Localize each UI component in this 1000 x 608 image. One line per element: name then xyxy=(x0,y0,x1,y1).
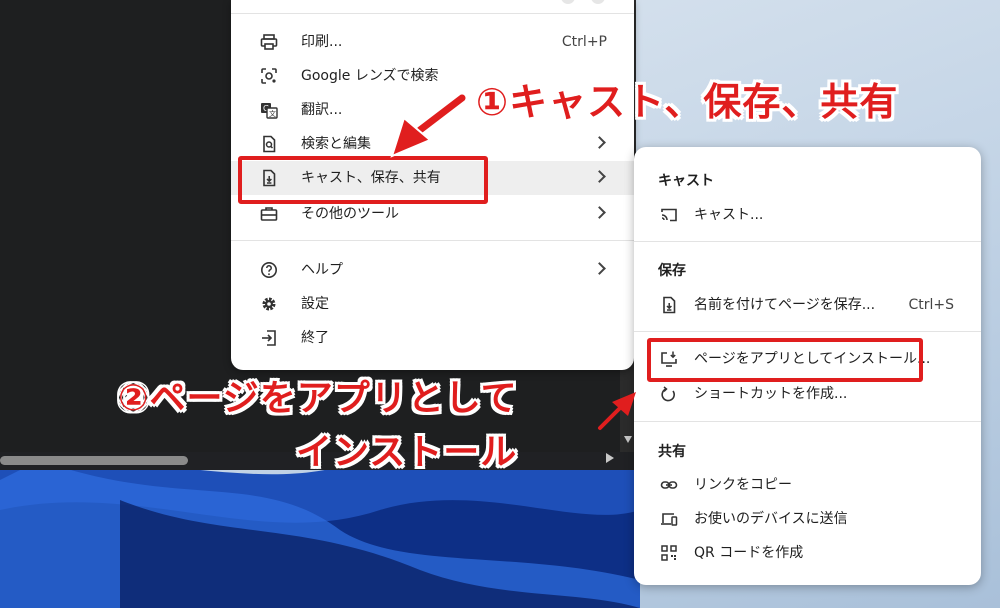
section-header-share: 共有 xyxy=(658,444,686,460)
menu-item-help[interactable]: ヘルプ xyxy=(231,253,634,287)
submenu-item-label: キャスト... xyxy=(694,207,764,223)
highlight-box-install-page xyxy=(647,338,923,382)
menu-item-print[interactable]: 印刷... Ctrl+P xyxy=(231,25,634,59)
link-icon xyxy=(660,476,678,494)
submenu-item-label: ショートカットを作成... xyxy=(694,386,848,402)
exit-icon xyxy=(260,329,278,347)
menu-item-label: Google レンズで検索 xyxy=(301,68,439,84)
submenu-item-label: お使いのデバイスに送信 xyxy=(694,511,848,527)
help-icon xyxy=(260,261,278,279)
gear-icon xyxy=(260,295,278,313)
menu-item-settings[interactable]: 設定 xyxy=(231,287,634,321)
menu-item-label: 設定 xyxy=(301,296,329,312)
scroll-down-arrow-icon[interactable] xyxy=(624,436,632,443)
chevron-right-icon xyxy=(593,170,606,183)
submenu-item-save-page[interactable]: 名前を付けてページを保存... Ctrl+S xyxy=(634,288,981,322)
shortcut-arrow-icon xyxy=(660,385,678,403)
qr-code-icon xyxy=(660,544,678,562)
submenu-item-send-to-devices[interactable]: お使いのデバイスに送信 xyxy=(634,502,981,536)
submenu-item-cast[interactable]: キャスト... xyxy=(634,198,981,232)
menu-top-edge-button[interactable] xyxy=(561,0,575,4)
chevron-right-icon xyxy=(593,136,606,149)
menu-item-label: 翻訳... xyxy=(301,102,343,118)
scroll-right-arrow-icon[interactable] xyxy=(606,453,614,463)
menu-top-edge-button[interactable] xyxy=(591,0,605,4)
menu-divider xyxy=(231,240,634,241)
menu-divider xyxy=(231,13,634,14)
toolbox-icon xyxy=(260,205,278,223)
submenu-item-label: QR コードを作成 xyxy=(694,545,804,561)
menu-item-exit[interactable]: 終了 xyxy=(231,321,634,355)
shortcut-label: Ctrl+P xyxy=(561,34,607,50)
annotation-step1: ①キャスト、保存、共有 xyxy=(476,80,899,124)
submenu-item-label: 名前を付けてページを保存... xyxy=(694,297,876,313)
annotation-step2-line2: インストール xyxy=(296,432,518,473)
printer-icon xyxy=(260,33,278,51)
translate-icon: G文 xyxy=(260,101,278,119)
find-icon xyxy=(260,135,278,153)
horizontal-scrollbar-thumb[interactable] xyxy=(0,456,188,465)
devices-icon xyxy=(660,510,678,528)
chevron-right-icon xyxy=(593,262,606,275)
shortcut-label: Ctrl+S xyxy=(908,297,954,313)
menu-item-label: 印刷... xyxy=(301,34,343,50)
save-page-icon xyxy=(660,296,678,314)
submenu-item-create-shortcut[interactable]: ショートカットを作成... xyxy=(634,377,981,411)
menu-item-label: ヘルプ xyxy=(301,262,343,278)
menu-item-label: 検索と編集 xyxy=(301,136,371,152)
menu-item-label: その他のツール xyxy=(301,206,399,222)
section-header-save: 保存 xyxy=(658,263,686,279)
submenu-item-copy-link[interactable]: リンクをコピー xyxy=(634,468,981,502)
menu-item-label: 終了 xyxy=(301,330,329,346)
menu-divider xyxy=(634,241,981,242)
cast-icon xyxy=(660,206,678,224)
annotation-step2-line1: ②ページをアプリとして xyxy=(118,378,518,419)
highlight-box-cast-save-share xyxy=(238,156,488,204)
submenu-item-label: リンクをコピー xyxy=(694,477,792,493)
svg-text:文: 文 xyxy=(269,109,276,118)
menu-divider xyxy=(634,331,981,332)
submenu-item-create-qr-code[interactable]: QR コードを作成 xyxy=(634,536,981,570)
chevron-right-icon xyxy=(593,206,606,219)
lens-icon xyxy=(260,67,278,85)
menu-divider xyxy=(634,421,981,422)
section-header-cast: キャスト xyxy=(658,173,714,189)
